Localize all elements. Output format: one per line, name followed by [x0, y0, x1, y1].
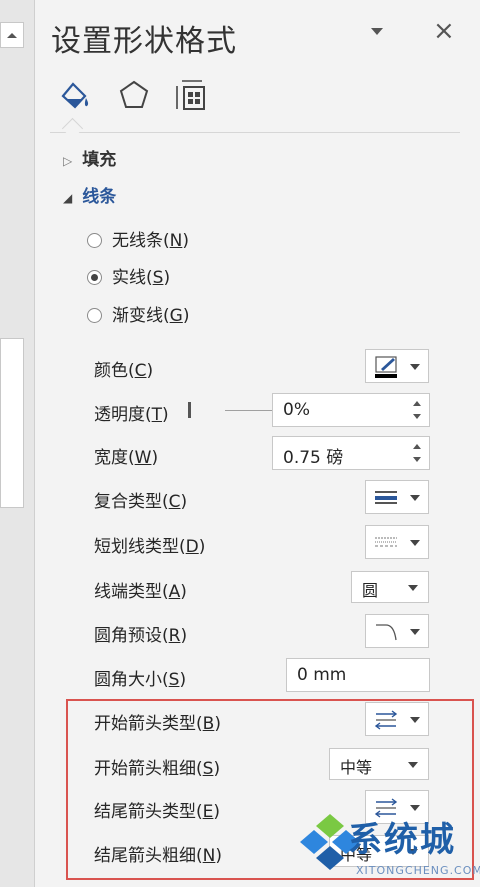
round-join-icon	[376, 624, 397, 641]
close-button[interactable]: ×	[433, 16, 455, 46]
watermark-text: 系统城	[348, 820, 456, 860]
fill-line-icon[interactable]	[55, 76, 93, 114]
join-size-label: 圆角大小(S)	[94, 670, 187, 690]
transparency-label: 透明度(T)	[94, 405, 169, 425]
document-edge	[0, 0, 35, 887]
join-preset-label: 圆角预设(R)	[94, 626, 188, 646]
chevron-down-icon	[410, 629, 420, 635]
transparency-input[interactable]: 0%	[272, 393, 430, 427]
chevron-down-icon	[408, 585, 418, 591]
radio-circle-icon	[87, 233, 102, 248]
width-label: 宽度(W)	[94, 448, 159, 468]
watermark-url: XITONGCHENG.COM	[356, 864, 480, 877]
transparency-slider-thumb[interactable]	[188, 402, 191, 418]
spin-down-icon[interactable]	[413, 457, 421, 462]
section-fill[interactable]: ▷ 填充	[63, 145, 116, 170]
section-line[interactable]: ◢ 线条	[63, 182, 116, 207]
cap-type-label: 线端类型(A)	[94, 582, 187, 602]
compound-type-label: 复合类型(C)	[94, 492, 188, 512]
compound-lines-icon	[375, 491, 397, 504]
join-preset-button[interactable]	[365, 614, 429, 648]
dash-lines-icon	[375, 537, 397, 547]
expand-right-icon: ▷	[63, 154, 73, 168]
pentagon-effects-icon[interactable]	[115, 76, 153, 114]
radio-selected-icon	[87, 270, 102, 285]
compound-type-button[interactable]	[365, 480, 429, 514]
chevron-down-icon	[410, 364, 420, 370]
radio-circle-icon	[87, 308, 102, 323]
section-line-label: 线条	[82, 187, 117, 207]
radio-gradient-line[interactable]: 渐变线(G)	[87, 301, 189, 326]
line-color-button[interactable]	[365, 349, 429, 383]
tab-divider	[50, 132, 460, 133]
radio-solid-line[interactable]: 实线(S)	[87, 263, 170, 288]
join-size-input[interactable]: 0 mm	[286, 658, 430, 692]
color-label: 颜色(C)	[94, 361, 154, 381]
spin-up-icon[interactable]	[413, 401, 421, 406]
active-tab-caret	[61, 117, 84, 140]
document-page-edge	[0, 338, 24, 508]
pane-title: 设置形状格式	[51, 24, 237, 59]
dash-type-button[interactable]	[365, 525, 429, 559]
cap-type-select[interactable]: 圆	[351, 571, 429, 603]
pen-color-icon	[375, 356, 397, 378]
chevron-up-icon	[7, 33, 17, 38]
spin-up-icon[interactable]	[413, 444, 421, 449]
radio-no-line[interactable]: 无线条(N)	[87, 226, 189, 251]
section-fill-label: 填充	[82, 150, 117, 170]
chevron-down-icon	[410, 540, 420, 546]
width-input[interactable]: 0.75 磅	[272, 436, 430, 470]
pane-options-dropdown[interactable]	[371, 28, 383, 35]
dash-type-label: 短划线类型(D)	[94, 537, 206, 557]
scroll-up-button[interactable]	[0, 22, 24, 48]
collapse-down-icon: ◢	[63, 191, 73, 205]
spin-down-icon[interactable]	[413, 414, 421, 419]
chevron-down-icon	[410, 495, 420, 501]
size-layout-icon[interactable]	[173, 76, 211, 114]
